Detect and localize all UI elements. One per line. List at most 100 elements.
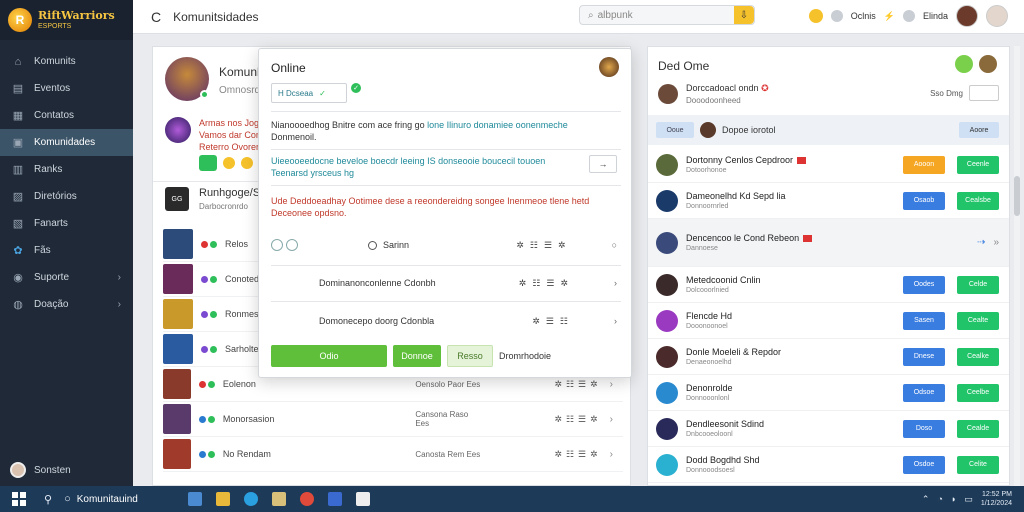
secondary-button[interactable]: Donnoe <box>393 345 441 367</box>
battery-icon[interactable]: ▭ <box>964 494 973 505</box>
chevron-right-icon[interactable]: › <box>610 449 613 460</box>
scrollbar-thumb[interactable] <box>1014 176 1020 216</box>
scrollbar[interactable] <box>1014 46 1020 486</box>
chevron-right-icon[interactable]: › <box>610 379 613 390</box>
sidebar-item-eventos[interactable]: ▤ Eventos <box>0 75 133 102</box>
app-logo[interactable]: R RiftWarriors ESPORTS <box>0 0 133 40</box>
topbar-link-1[interactable]: Oclnis <box>851 11 876 21</box>
primary-button[interactable]: Odio <box>271 345 387 367</box>
row-actions[interactable]: ✲☷☰✲ <box>554 379 601 390</box>
confirm-button[interactable]: Ceelbe <box>957 383 999 402</box>
list-item[interactable]: Dameonelhd Kd Sepd lia Donnoornrled Osaob… <box>648 183 1009 219</box>
sidebar-item-doacao[interactable]: ◍ Doação › <box>0 291 133 318</box>
modal-avatar[interactable] <box>599 57 619 77</box>
panel-user[interactable]: Dorccadoacl ondn ✪ Dooodoonheed <box>658 83 769 105</box>
sidebar-item-komunits[interactable]: ⌂ Komunits <box>0 48 133 75</box>
confirm-button[interactable]: Ceenle <box>957 155 999 174</box>
radio-icon[interactable]: ○ <box>612 240 617 250</box>
topbar-link-2[interactable]: Elinda <box>923 11 948 21</box>
accept-button[interactable]: Osdoe <box>903 455 945 474</box>
confirm-button[interactable]: Celde <box>957 275 999 294</box>
windows-start-icon[interactable] <box>12 492 26 506</box>
option-row[interactable]: Dominanonconlenne Cdonbh ✲☷☰✲ › <box>271 269 621 297</box>
list-item[interactable]: Dortonny Cenlos Cepdroor Dotoorhonoe Aooo… <box>648 147 1009 183</box>
list-item[interactable]: Metedcoonid Cnlin Dolcooorlnied Oodes Celd… <box>648 267 1009 303</box>
list-item-highlighted[interactable]: Dencencoo le Cond Rebeon Dannoese ⇢ » <box>648 219 1009 267</box>
chrome-icon[interactable] <box>299 492 314 506</box>
accept-button[interactable]: Oodes <box>903 275 945 294</box>
reset-button[interactable]: Resso <box>447 345 493 367</box>
avatar[interactable] <box>956 5 978 27</box>
modal-link-paragraph[interactable]: Uieeooeedocne beveloe boecdr leeing IS d… <box>271 155 581 179</box>
confirm-button[interactable]: Cealke <box>957 347 999 366</box>
list-item[interactable]: Dendleesonit Sdind Dnbcooeoloonl Doso Ceal… <box>648 411 1009 447</box>
option-row[interactable]: Domonecepo doorg Cdonbla ✲☰☷ › <box>271 307 621 335</box>
sidebar-item-diretorios[interactable]: ▨ Diretórios <box>0 183 133 210</box>
filter-chip[interactable]: Ooue <box>656 122 694 138</box>
modal-footer-link[interactable]: Dromrhodoie <box>499 351 551 361</box>
toggle-group[interactable] <box>271 239 298 251</box>
accept-button[interactable]: Osaob <box>903 191 945 210</box>
chevron-right-icon[interactable]: › <box>610 414 613 425</box>
taskbar-search-label[interactable]: Komunitauind <box>77 494 138 505</box>
avatar[interactable] <box>979 55 997 73</box>
task-view-icon[interactable] <box>187 492 202 506</box>
search-input[interactable]: ⌕ albpunk ⇩ <box>579 5 755 25</box>
like-button[interactable] <box>199 155 217 171</box>
list-item[interactable]: Monorsasion Cansona Raso Ees ✲☷☰✲ › <box>163 402 623 437</box>
check-badge-icon[interactable] <box>955 55 973 73</box>
app-icon[interactable] <box>327 492 342 506</box>
volume-icon[interactable]: ◗ <box>951 494 956 504</box>
sidebar-item-fas[interactable]: ✿ Fãs <box>0 237 133 264</box>
edge-icon[interactable] <box>243 492 258 506</box>
sidebar-item-komunidades[interactable]: ▣ Komunidades <box>0 129 133 156</box>
post-item[interactable]: Armas nos Jogos Vamos dar Contra Reterro… <box>165 117 271 153</box>
list-item[interactable]: Denonrolde Donnooonlonl Odsoe Ceelbe <box>648 375 1009 411</box>
accept-button[interactable]: Doso <box>903 419 945 438</box>
chevron-up-icon[interactable]: ⌃ <box>922 494 930 505</box>
accept-button[interactable]: Odsoe <box>903 383 945 402</box>
confirm-button[interactable]: Cealte <box>957 311 999 330</box>
status-field[interactable]: H Dcseaa ✓ <box>271 83 347 103</box>
profile-avatar[interactable] <box>986 5 1008 27</box>
cortana-icon[interactable]: ○ <box>64 493 71 505</box>
sidebar-user[interactable]: Sonsten <box>10 462 71 478</box>
sidebar-item-ranks[interactable]: ▥ Ranks <box>0 156 133 183</box>
network-icon[interactable]: ◔ <box>937 494 942 504</box>
row-actions[interactable]: ✲☷☰✲ <box>516 240 571 251</box>
radio-option[interactable]: Sarinn <box>368 240 409 250</box>
accept-button[interactable]: Aooon <box>903 155 945 174</box>
arrow-icon[interactable]: ⇢ <box>977 237 985 248</box>
row-actions[interactable]: ✲☷☰✲ <box>519 278 574 289</box>
search-icon[interactable]: ⚲ <box>44 493 52 506</box>
store-icon[interactable] <box>355 492 370 506</box>
confirm-button[interactable]: Cealsbe <box>957 191 999 210</box>
chevron-right-icon[interactable]: › <box>614 316 617 326</box>
accept-button[interactable]: Dnese <box>903 347 945 366</box>
sidebar-item-suporte[interactable]: ◉ Suporte › <box>0 264 133 291</box>
group-header[interactable]: GG Runhgoge/Sfdt Darbocronrdo <box>165 187 272 211</box>
row-actions[interactable]: ✲☰☷ <box>532 316 574 327</box>
sort-dropdown[interactable] <box>969 85 999 101</box>
accept-button[interactable]: Sasen <box>903 311 945 330</box>
filter-dropdown[interactable]: Aoore <box>959 122 999 138</box>
sidebar-item-contatos[interactable]: ▦ Contatos <box>0 102 133 129</box>
list-item[interactable]: Dodd Bogdhd Shd Donnooodsoesl Osdoe Celite <box>648 447 1009 483</box>
sidebar-item-fanarts[interactable]: ▧ Fanarts <box>0 210 133 237</box>
settings-icon[interactable] <box>830 10 843 22</box>
row-actions[interactable]: ✲☷☰✲ <box>554 414 601 425</box>
confirm-button[interactable]: Cealde <box>957 419 999 438</box>
coin-icon[interactable] <box>808 9 823 23</box>
chevron-right-icon[interactable]: » <box>993 237 999 248</box>
clock[interactable]: 12:52 PM 1/12/2024 <box>981 490 1012 508</box>
emoji-icon[interactable] <box>241 157 253 169</box>
profile-avatar[interactable] <box>165 57 209 101</box>
back-icon[interactable]: C <box>151 9 161 25</box>
sort-control[interactable]: Sso Dmg <box>930 85 999 101</box>
row-actions[interactable]: ✲☷☰✲ <box>554 449 601 460</box>
files-icon[interactable] <box>271 492 286 506</box>
list-item[interactable]: Flencde Hd Dooonoonoel Sasen Cealte <box>648 303 1009 339</box>
notification-icon[interactable]: ⚡ <box>884 11 895 22</box>
next-button[interactable]: → <box>589 155 617 173</box>
file-explorer-icon[interactable] <box>215 492 230 506</box>
